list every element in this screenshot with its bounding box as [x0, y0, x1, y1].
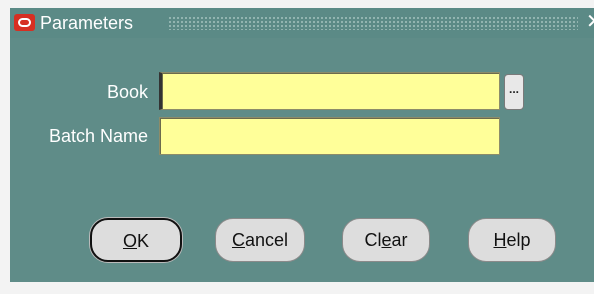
title-bar-texture: [168, 16, 578, 30]
oracle-logo-icon: [14, 14, 35, 31]
clear-mnemonic: e: [381, 230, 392, 250]
title-bar[interactable]: Parameters ✕: [10, 8, 594, 38]
help-button[interactable]: Help: [468, 218, 556, 262]
book-label: Book: [106, 82, 148, 102]
book-field[interactable]: [159, 72, 500, 110]
bottom-border: [0, 282, 594, 294]
batch-name-label: Batch Name: [48, 126, 148, 146]
clear-label-pre: Cl: [364, 230, 382, 250]
ok-mnemonic: O: [122, 231, 137, 251]
parameters-window: Parameters ✕ Book ... Batch Name OK Canc…: [0, 0, 594, 294]
help-label-rest: elp: [506, 230, 531, 250]
cancel-button[interactable]: Cancel: [215, 218, 305, 262]
cancel-label-rest: ancel: [244, 230, 289, 250]
batch-name-field[interactable]: [159, 117, 500, 155]
window-title: Parameters: [40, 13, 134, 33]
cancel-mnemonic: C: [231, 230, 245, 250]
ok-label-rest: K: [137, 231, 150, 251]
book-lov-button[interactable]: ...: [504, 74, 524, 110]
help-mnemonic: H: [493, 230, 507, 250]
clear-button[interactable]: Clear: [342, 218, 430, 262]
ok-button[interactable]: OK: [90, 218, 182, 262]
clear-label-rest: ar: [391, 230, 408, 250]
close-icon[interactable]: ✕: [586, 12, 594, 32]
ellipsis-icon: ...: [508, 82, 519, 96]
